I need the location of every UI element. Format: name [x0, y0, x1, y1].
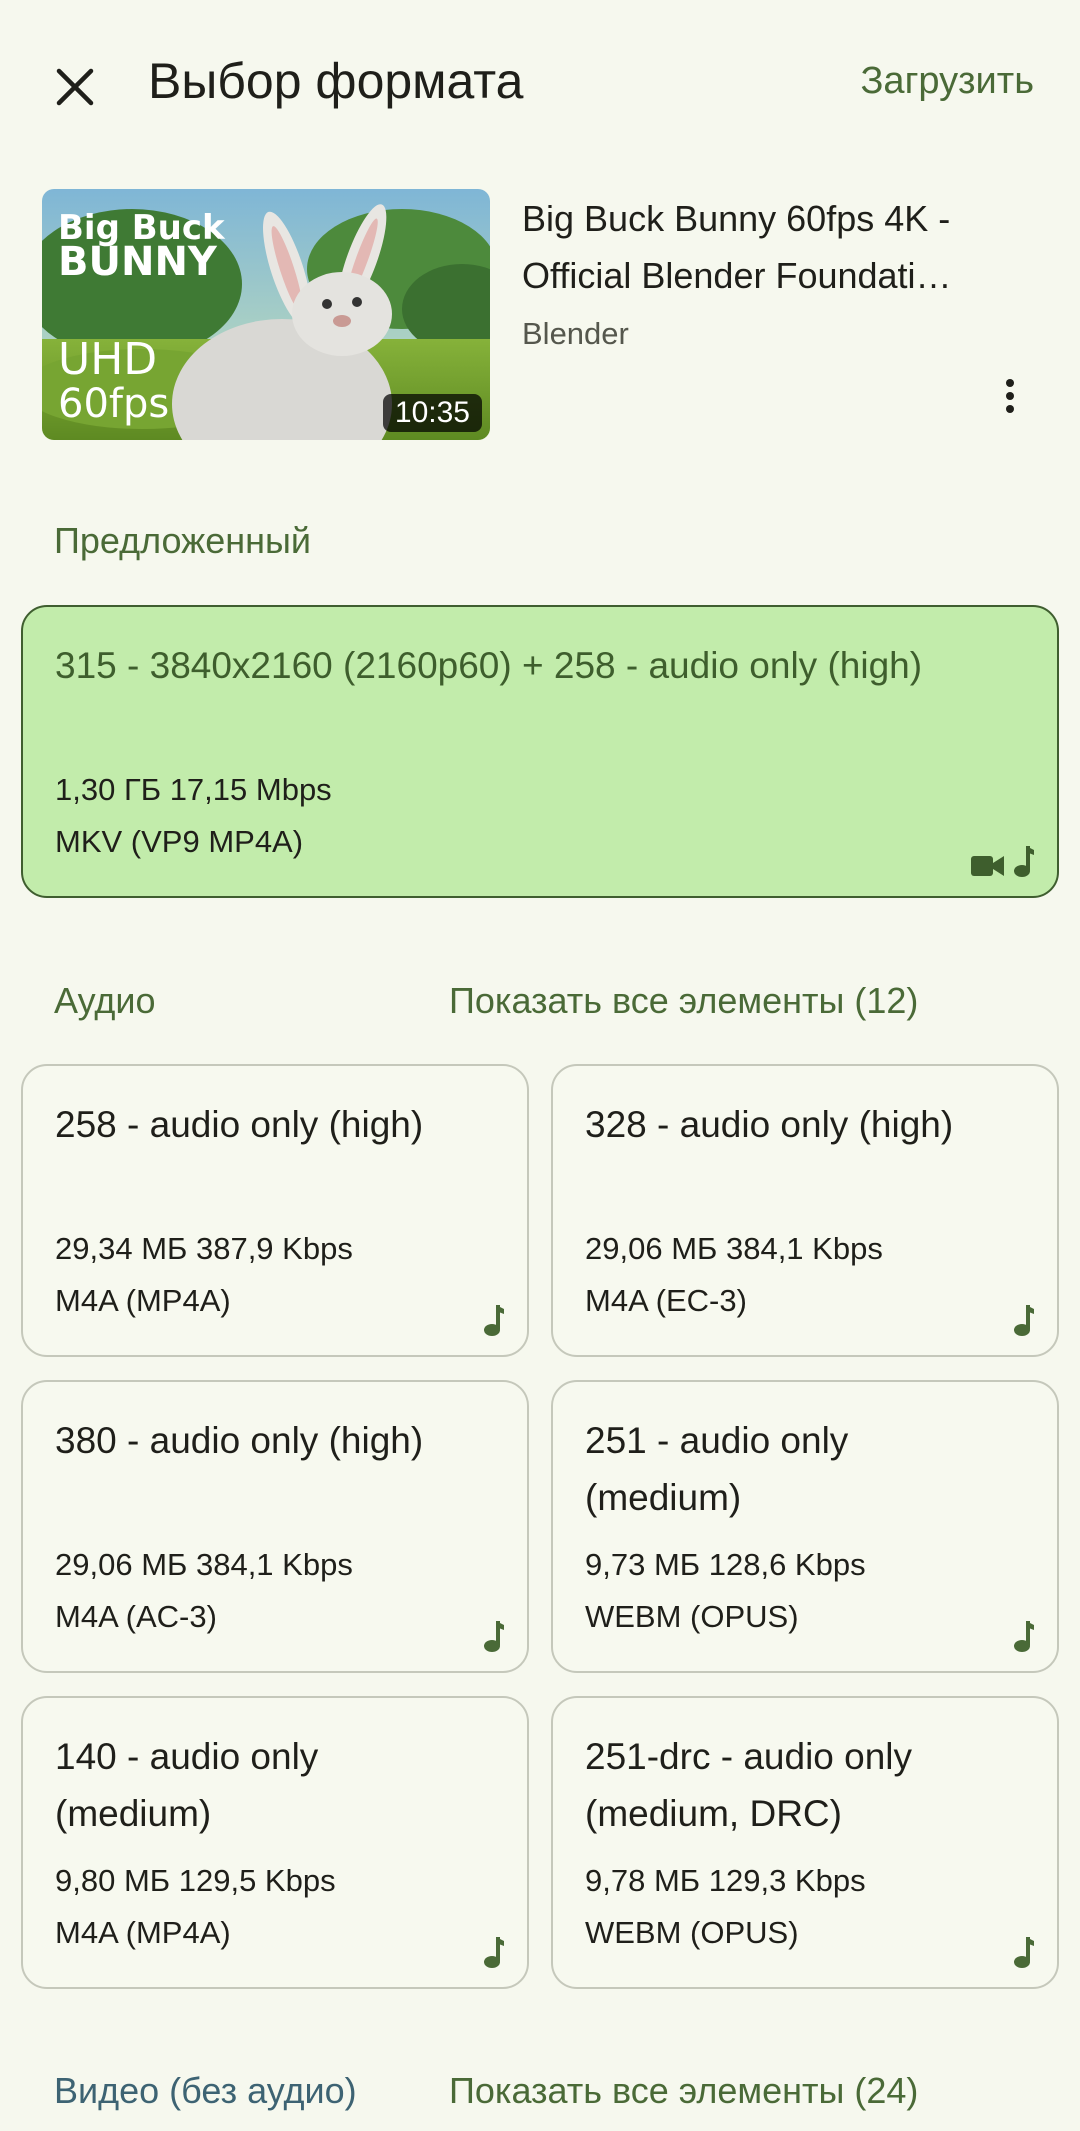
svg-text:BUNNY: BUNNY — [58, 239, 218, 285]
music-note-icon — [1014, 1305, 1034, 1336]
music-note-icon — [1014, 1937, 1034, 1968]
format-codec: M4A (MP4A) — [55, 1915, 231, 1950]
audio-format-card[interactable]: 380 - audio only (high) 29,06 МБ 384,1 K… — [21, 1380, 529, 1673]
page-title: Выбор формата — [148, 53, 524, 109]
suggested-section-label: Предложенный — [54, 520, 312, 561]
channel-name: Blender — [522, 316, 629, 351]
video-section-label: Видео (без аудио) — [54, 2070, 357, 2111]
format-title: 251-drc - audio only (medium, DRC) — [585, 1736, 913, 1834]
format-size: 1,30 ГБ 17,15 Mbps — [55, 772, 332, 807]
video-title: Big Buck Bunny 60fps 4K - Official Blend… — [522, 198, 952, 296]
music-note-icon — [1014, 1621, 1034, 1652]
video-thumbnail[interactable]: Big Buck BUNNY UHD 60fps 10:35 — [42, 189, 490, 440]
music-note-icon — [484, 1937, 504, 1968]
audio-section-label: Аудио — [54, 980, 156, 1021]
format-codec: M4A (AC-3) — [55, 1599, 217, 1634]
format-codec: WEBM (OPUS) — [585, 1599, 799, 1634]
video-duration: 10:35 — [382, 394, 482, 432]
format-title: 140 - audio only (medium) — [55, 1736, 319, 1834]
format-codec: M4A (EC-3) — [585, 1283, 747, 1318]
format-size: 29,06 МБ 384,1 Kbps — [585, 1231, 883, 1266]
format-size: 9,80 МБ 129,5 Kbps — [55, 1863, 336, 1898]
music-note-icon — [1014, 846, 1034, 877]
video-show-all-button[interactable]: Показать все элементы (24) — [449, 2070, 918, 2112]
format-size: 29,34 МБ 387,9 Kbps — [55, 1231, 353, 1266]
format-codec: M4A (MP4A) — [55, 1283, 231, 1318]
format-codec: WEBM (OPUS) — [585, 1915, 799, 1950]
audio-format-card[interactable]: 258 - audio only (high) 29,34 МБ 387,9 K… — [21, 1064, 529, 1357]
more-vert-icon — [1006, 379, 1014, 413]
audio-format-card[interactable]: 328 - audio only (high) 29,06 МБ 384,1 K… — [551, 1064, 1059, 1357]
audio-format-card[interactable]: 251-drc - audio only (medium, DRC) 9,78 … — [551, 1696, 1059, 1989]
close-icon — [56, 68, 94, 106]
format-title: 380 - audio only (high) — [55, 1420, 424, 1461]
format-title: 328 - audio only (high) — [585, 1104, 954, 1145]
format-codec: MKV (VP9 MP4A) — [55, 824, 304, 859]
more-options-button[interactable] — [990, 372, 1030, 420]
close-button[interactable] — [40, 52, 110, 122]
videocam-icon — [971, 856, 1004, 876]
download-button[interactable]: Загрузить — [860, 60, 1034, 103]
audio-show-all-button[interactable]: Показать все элементы (12) — [449, 980, 918, 1022]
format-title: 315 - 3840x2160 (2160p60) + 258 - audio … — [55, 645, 923, 686]
suggested-format-card[interactable]: 315 - 3840x2160 (2160p60) + 258 - audio … — [21, 605, 1059, 898]
audio-format-card[interactable]: 140 - audio only (medium) 9,80 МБ 129,5 … — [21, 1696, 529, 1989]
format-size: 9,78 МБ 129,3 Kbps — [585, 1863, 866, 1898]
format-title: 251 - audio only (medium) — [585, 1420, 849, 1518]
music-note-icon — [484, 1621, 504, 1652]
format-size: 29,06 МБ 384,1 Kbps — [55, 1547, 353, 1582]
svg-text:60fps: 60fps — [58, 381, 169, 427]
music-note-icon — [484, 1305, 504, 1336]
format-size: 9,73 МБ 128,6 Kbps — [585, 1547, 866, 1582]
format-title: 258 - audio only (high) — [55, 1104, 424, 1145]
top-app-bar: Выбор формата Загрузить — [0, 0, 1080, 170]
svg-text:UHD: UHD — [58, 334, 157, 385]
audio-format-card[interactable]: 251 - audio only (medium) 9,73 МБ 128,6 … — [551, 1380, 1059, 1673]
